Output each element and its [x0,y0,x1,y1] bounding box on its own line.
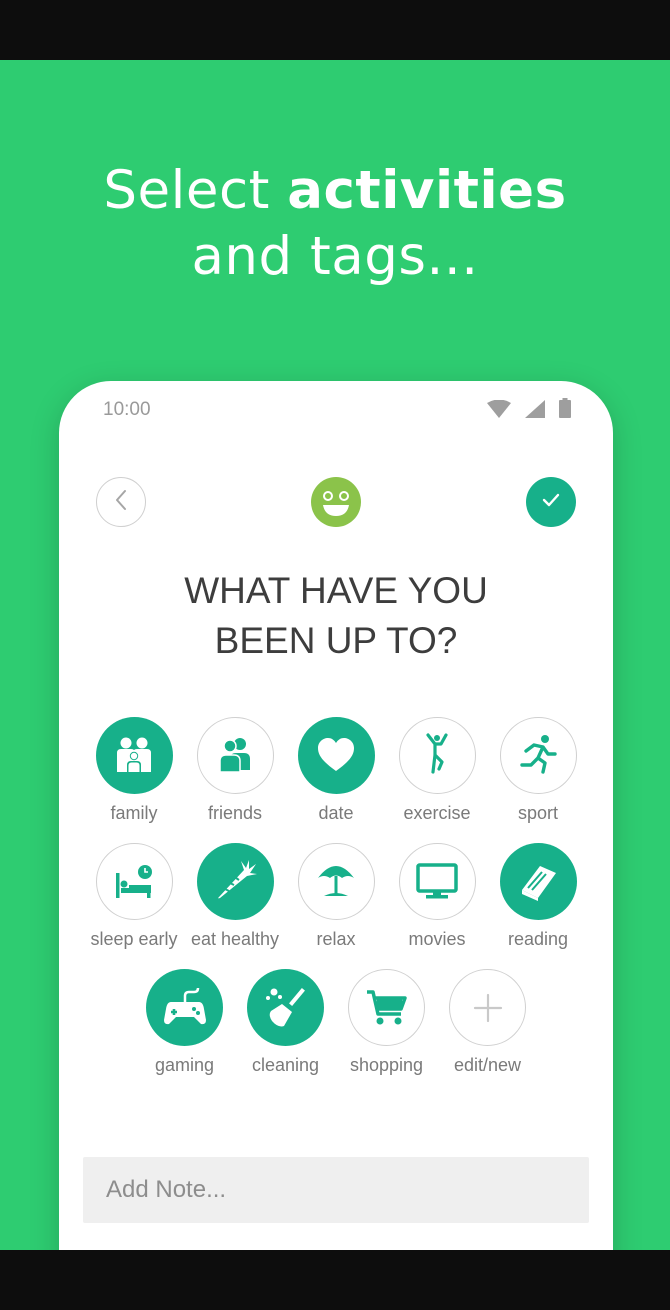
activity-label: sport [517,803,559,823]
activity-movies[interactable]: movies [398,843,476,950]
activity-label: friends [207,803,263,823]
bed-clock-icon [110,858,158,906]
plus-icon [464,984,512,1032]
activity-label: relax [316,929,356,949]
add-note-field[interactable]: Add Note... [83,1157,589,1223]
chevron-left-icon [114,489,128,516]
promo-headline: Select activities and tags... [0,158,670,290]
activity-family[interactable]: family [95,717,173,824]
battery-icon [559,398,571,423]
activity-toggle[interactable] [146,969,223,1046]
phone-screen: 10:00 WHAT HAVE YOU BEEN UP TO? family f… [59,381,613,1250]
activity-cleaning[interactable]: cleaning [247,969,324,1076]
status-icons [487,398,571,423]
mood-face-icon [311,477,361,527]
activity-edit-new[interactable]: edit/new [449,969,526,1076]
activity-label: cleaning [251,1055,320,1075]
headline-bold: activities [287,160,567,221]
carrot-icon [211,858,259,906]
activity-friends[interactable]: friends [196,717,274,824]
activity-toggle[interactable] [196,843,274,920]
activity-row: family friends date exercise sport [59,717,613,824]
family-icon [110,732,158,780]
activity-relax[interactable]: relax [297,843,375,950]
title-line1: WHAT HAVE YOU [184,570,488,611]
exercise-icon [413,732,461,780]
activity-label: gaming [154,1055,215,1075]
activity-toggle[interactable] [297,717,375,794]
activity-toggle[interactable] [348,969,425,1046]
status-time: 10:00 [103,399,151,420]
activity-label: reading [507,929,569,949]
activity-date[interactable]: date [297,717,375,824]
activity-row: sleep early eat healthy relax movies reading [59,843,613,950]
beach-umbrella-icon [312,858,360,906]
friends-icon [211,732,259,780]
title-line2: BEEN UP TO? [214,620,458,661]
activity-toggle[interactable] [95,843,173,920]
book-icon [514,858,562,906]
signal-icon [525,400,545,423]
gamepad-icon [161,984,209,1032]
cart-icon [363,984,411,1032]
activity-row: gaming cleaning shopping edit/new [59,969,613,1076]
headline-line2: and tags... [191,226,479,287]
activity-exercise[interactable]: exercise [398,717,476,824]
activity-toggle[interactable] [499,717,577,794]
activity-toggle[interactable] [449,969,526,1046]
broom-icon [262,984,310,1032]
tv-icon [413,858,461,906]
activity-grid: family friends date exercise sport sleep earl… [59,717,613,1095]
activity-toggle[interactable] [95,717,173,794]
activity-label: eat healthy [190,929,280,949]
running-icon [514,732,562,780]
headline-regular: Select [103,160,270,221]
promo-background: Select activities and tags... 10:00 WHAT… [0,60,670,1250]
activity-sport[interactable]: sport [499,717,577,824]
activity-sleep-early[interactable]: sleep early [90,843,178,950]
bottom-black-bar [0,1250,670,1310]
activity-gaming[interactable]: gaming [146,969,223,1076]
note-placeholder: Add Note... [106,1176,227,1203]
activity-reading[interactable]: reading [499,843,577,950]
activity-toggle[interactable] [297,843,375,920]
activity-label: family [110,803,158,823]
back-button[interactable] [96,477,146,527]
activity-toggle[interactable] [247,969,324,1046]
wifi-icon [487,399,511,423]
page-title: WHAT HAVE YOU BEEN UP TO? [59,566,613,666]
activity-toggle[interactable] [499,843,577,920]
activity-eat-healthy[interactable]: eat healthy [191,843,279,950]
activity-label: edit/new [453,1055,522,1075]
heart-icon [312,732,360,780]
activity-toggle[interactable] [196,717,274,794]
save-button[interactable] [526,477,576,527]
activity-toggle[interactable] [398,717,476,794]
activity-label: movies [408,929,466,949]
activity-label: date [318,803,354,823]
activity-label: sleep early [90,929,178,949]
top-black-bar [0,0,670,60]
check-icon [541,492,561,513]
activity-label: exercise [403,803,471,823]
activity-toggle[interactable] [398,843,476,920]
activity-shopping[interactable]: shopping [348,969,425,1076]
activity-label: shopping [349,1055,424,1075]
